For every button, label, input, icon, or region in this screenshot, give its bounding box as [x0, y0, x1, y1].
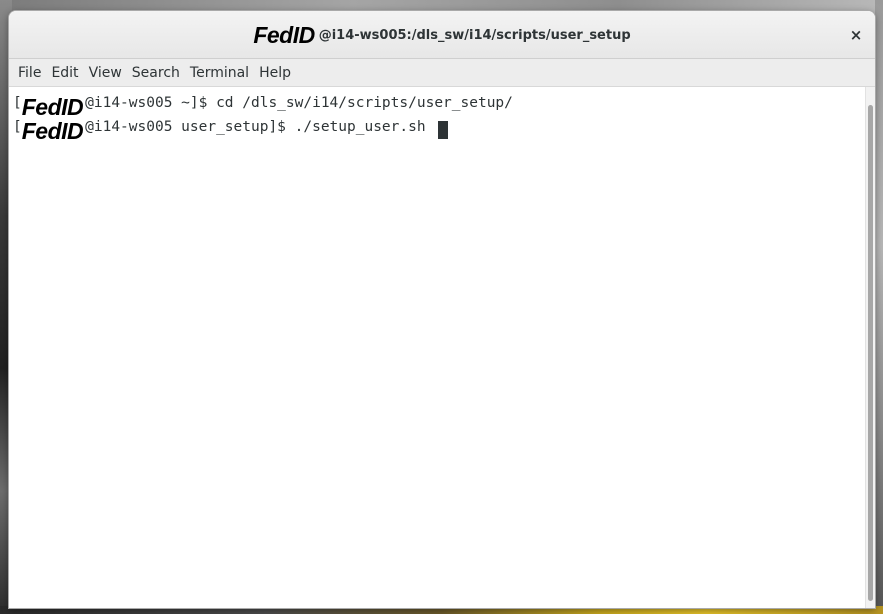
scrollbar-thumb[interactable] — [868, 105, 873, 601]
terminal-line-text: @i14-ws005 ~]$ cd /dls_sw/i14/scripts/us… — [85, 95, 513, 111]
terminal-area[interactable]: [ FedID @i14-ws005 ~]$ cd /dls_sw/i14/sc… — [9, 87, 865, 608]
terminal-line: [ FedID @i14-ws005 user_setup]$ ./setup_… — [13, 115, 865, 144]
prompt-fedid: FedID — [21, 94, 84, 120]
vertical-scrollbar[interactable] — [865, 87, 875, 608]
wallpaper-right — [875, 0, 883, 614]
close-icon: × — [849, 26, 863, 44]
menu-edit[interactable]: Edit — [46, 63, 83, 83]
prompt-bracket: [ — [13, 119, 22, 135]
menu-bar: File Edit View Search Terminal Help — [9, 59, 875, 87]
menu-view[interactable]: View — [84, 63, 127, 83]
prompt-bracket: [ — [13, 95, 22, 111]
terminal-line-text: @i14-ws005 user_setup]$ ./setup_user.sh — [85, 119, 435, 135]
menu-terminal[interactable]: Terminal — [185, 63, 254, 83]
title-path: @i14-ws005:/dls_sw/i14/scripts/user_setu… — [318, 27, 631, 43]
menu-search[interactable]: Search — [127, 63, 185, 83]
title-bar[interactable]: FedID @i14-ws005:/dls_sw/i14/scripts/use… — [9, 11, 875, 59]
window-title: FedID @i14-ws005:/dls_sw/i14/scripts/use… — [9, 11, 875, 59]
menu-file[interactable]: File — [13, 63, 46, 83]
terminal-window: FedID @i14-ws005:/dls_sw/i14/scripts/use… — [9, 11, 875, 608]
menu-help[interactable]: Help — [254, 63, 296, 83]
prompt-fedid: FedID — [21, 118, 84, 144]
terminal-line: [ FedID @i14-ws005 ~]$ cd /dls_sw/i14/sc… — [13, 91, 865, 120]
title-fedid-label: FedID — [253, 21, 315, 48]
close-button[interactable]: × — [845, 24, 867, 46]
terminal-cursor — [438, 121, 449, 139]
